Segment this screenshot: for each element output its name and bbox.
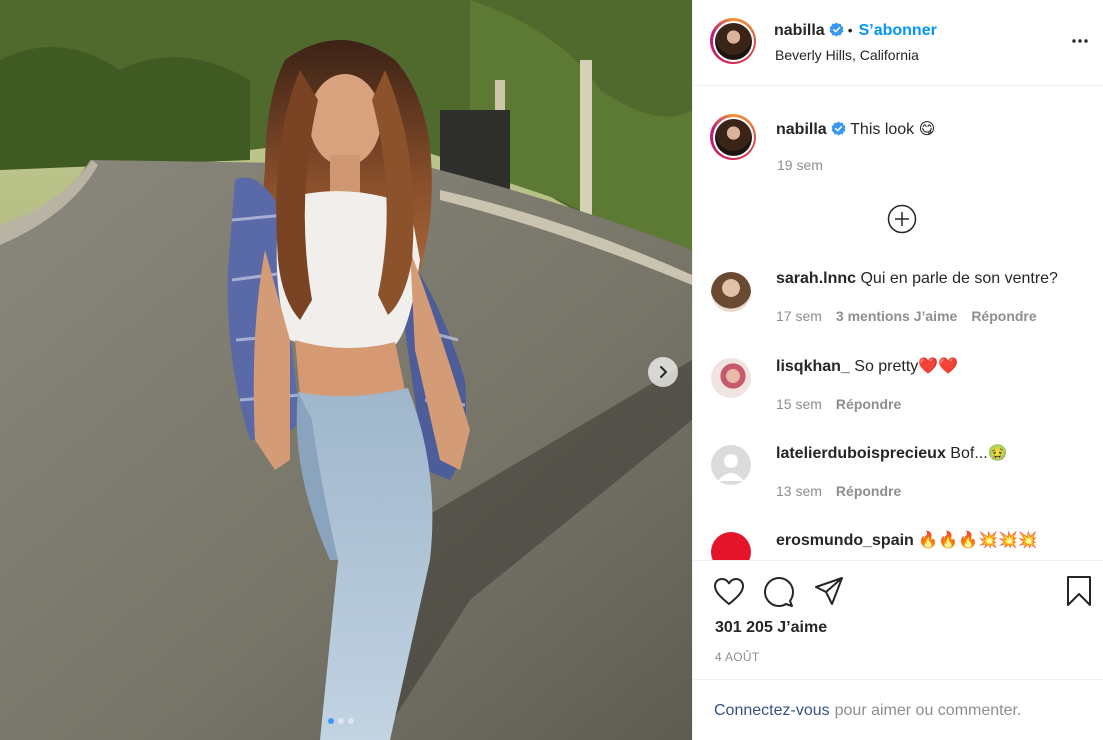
login-prompt: Connectez-vous pour aimer ou commenter. (693, 679, 1103, 740)
carousel-dot (328, 718, 334, 724)
comment-age: 17 sem (776, 308, 822, 324)
post-header: nabilla • S’abonner Beverly Hills, Califor… (693, 0, 1103, 86)
commenter-avatar[interactable] (711, 445, 751, 485)
default-avatar-icon (718, 454, 744, 481)
commenter-username[interactable]: lisqkhan_ (776, 358, 850, 375)
reply-button[interactable]: Répondre (836, 483, 901, 499)
post-sidebar: nabilla • S’abonner Beverly Hills, Califor… (692, 0, 1103, 740)
post-location[interactable]: Beverly Hills, California (775, 47, 919, 63)
caption: nabilla This look 😋 (776, 119, 935, 139)
login-link[interactable]: Connectez-vous (714, 702, 830, 720)
login-prompt-text: pour aimer ou commenter. (834, 701, 1022, 719)
caption-avatar[interactable] (710, 114, 756, 160)
more-options-icon[interactable] (1071, 32, 1089, 50)
carousel-dot (338, 718, 344, 724)
comment-text: Qui en parle de son ventre? (860, 270, 1058, 287)
author-avatar[interactable] (710, 18, 756, 64)
separator-dot: • (847, 22, 853, 38)
comment-likes-link[interactable]: 3 mentions J’aime (836, 308, 957, 324)
comment-age: 13 sem (776, 483, 822, 499)
carousel-next-button[interactable] (648, 357, 678, 387)
post-actions: 301 205 J’aime 4 AOÛT Connectez-vous pou… (693, 560, 1103, 740)
author-username[interactable]: nabilla (774, 22, 825, 39)
verified-badge-icon (829, 22, 844, 37)
reply-button[interactable]: Répondre (971, 308, 1036, 324)
verified-badge-icon (831, 121, 846, 136)
post-photo[interactable] (0, 0, 692, 740)
caption-age: 19 sem (777, 157, 823, 173)
likes-count[interactable]: 301 205 J’aime (715, 619, 827, 637)
carousel-dot (348, 718, 354, 724)
follow-button[interactable]: S’abonner (859, 22, 937, 39)
load-more-icon[interactable] (887, 204, 917, 234)
commenter-avatar[interactable] (711, 272, 751, 312)
share-icon[interactable] (814, 576, 844, 606)
caption-username[interactable]: nabilla (776, 121, 827, 138)
post-date: 4 AOÛT (715, 650, 760, 664)
caption-text: This look 😋 (850, 121, 936, 138)
comment-text: Bof...🤢 (950, 445, 1008, 462)
bookmark-icon[interactable] (1066, 575, 1092, 607)
reply-button[interactable]: Répondre (836, 396, 901, 412)
chevron-right-icon (660, 366, 667, 378)
carousel-indicator (328, 718, 354, 724)
photo-scene (0, 0, 692, 740)
commenter-username[interactable]: latelierduboisprecieux (776, 445, 946, 462)
comment-text: 🔥🔥🔥💥💥💥 (918, 532, 1038, 549)
comment-text: So pretty❤️❤️ (854, 358, 959, 375)
comment-icon[interactable] (763, 576, 795, 608)
heart-icon[interactable] (713, 577, 745, 607)
commenter-username[interactable]: sarah.lnnc (776, 270, 856, 287)
commenter-username[interactable]: erosmundo_spain (776, 532, 914, 549)
commenter-avatar[interactable] (711, 358, 751, 398)
comment-age: 15 sem (776, 396, 822, 412)
